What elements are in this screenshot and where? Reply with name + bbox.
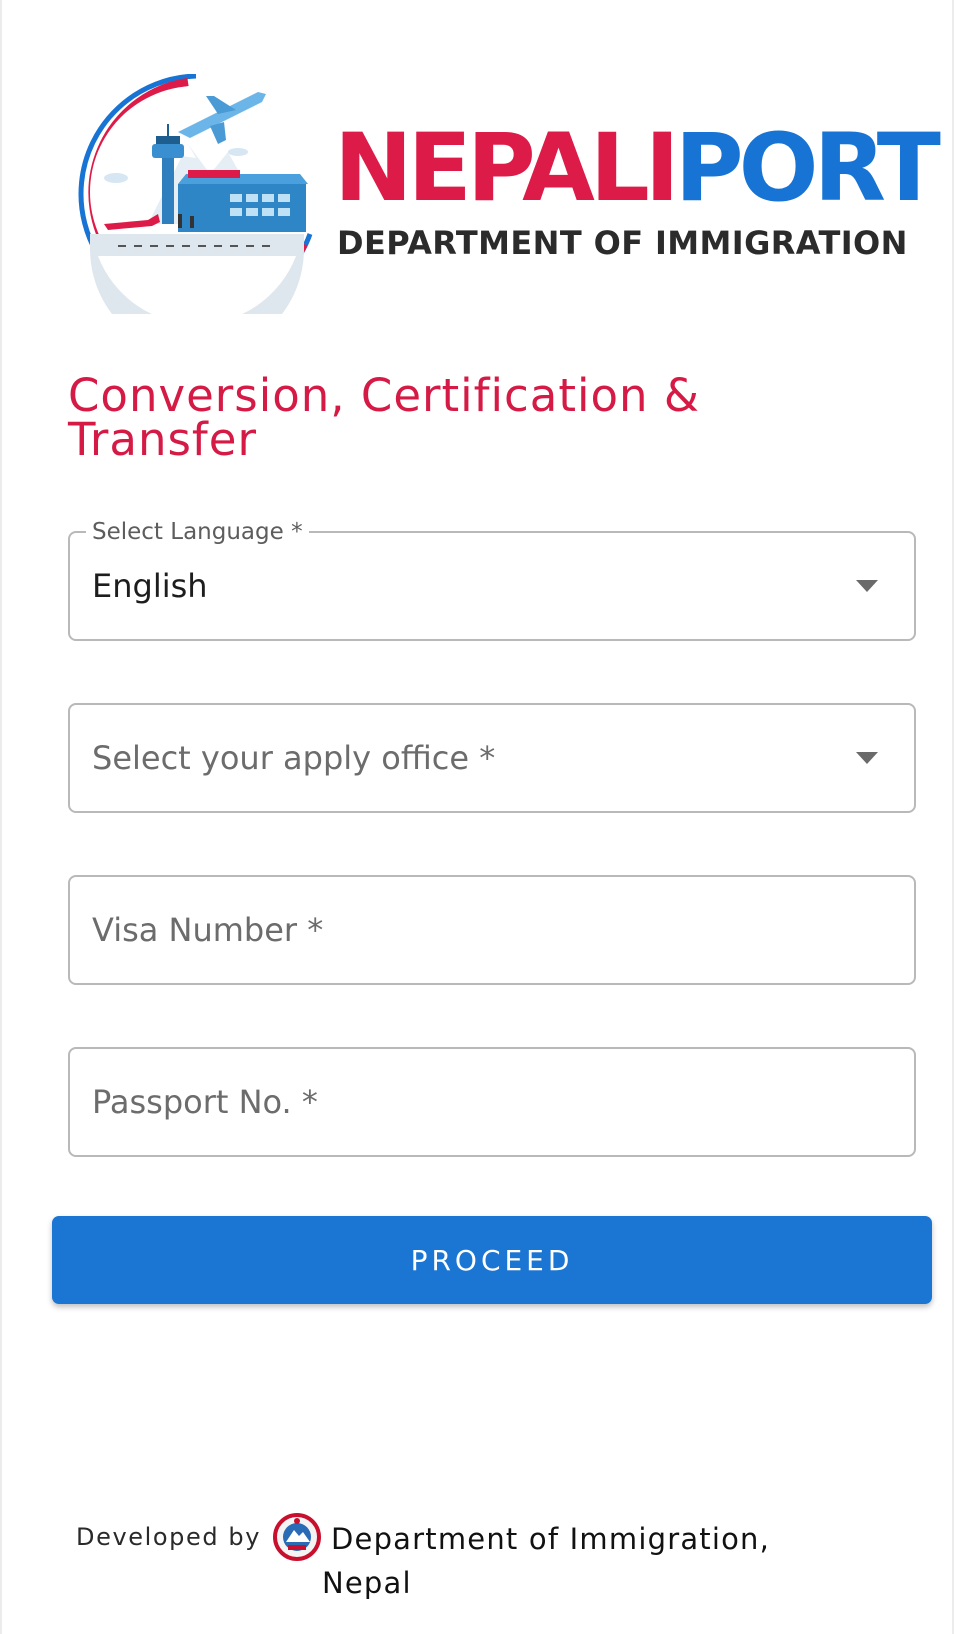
developed-by-label: Developed by xyxy=(76,1523,262,1551)
page-title: Conversion, Certification & Transfer xyxy=(68,369,700,466)
nepaliport-logo: NEPALIPORT DEPARTMENT OF IMMIGRATION xyxy=(78,74,941,314)
logo-subtitle: DEPARTMENT OF IMMIGRATION xyxy=(337,224,908,262)
passport-number-input[interactable]: Passport No. * xyxy=(68,1047,916,1157)
logo-wordmark-blue: PORT xyxy=(674,114,941,223)
nepal-emblem-icon xyxy=(273,1513,321,1561)
apply-office-select[interactable]: Select your apply office * xyxy=(68,703,916,813)
logo-wordmark: NEPALIPORT xyxy=(334,122,941,216)
developer-organization: Department of Immigration, Nepal xyxy=(322,1522,771,1600)
proceed-button[interactable]: PROCEED xyxy=(52,1216,932,1304)
logo-wordmark-red: NEPALI xyxy=(334,114,680,223)
caret-down-icon xyxy=(856,580,878,592)
visa-number-placeholder: Visa Number * xyxy=(92,911,324,949)
apply-office-placeholder: Select your apply office * xyxy=(92,739,496,777)
caret-down-icon xyxy=(856,752,878,764)
passport-number-placeholder: Passport No. * xyxy=(92,1083,318,1121)
language-select-value: English xyxy=(92,567,208,605)
airport-plane-emblem-icon xyxy=(78,74,313,314)
page: NEPALIPORT DEPARTMENT OF IMMIGRATION Con… xyxy=(0,0,954,1634)
language-select[interactable]: Select Language * English xyxy=(68,517,916,641)
language-select-label: Select Language * xyxy=(86,517,309,547)
visa-number-input[interactable]: Visa Number * xyxy=(68,875,916,985)
